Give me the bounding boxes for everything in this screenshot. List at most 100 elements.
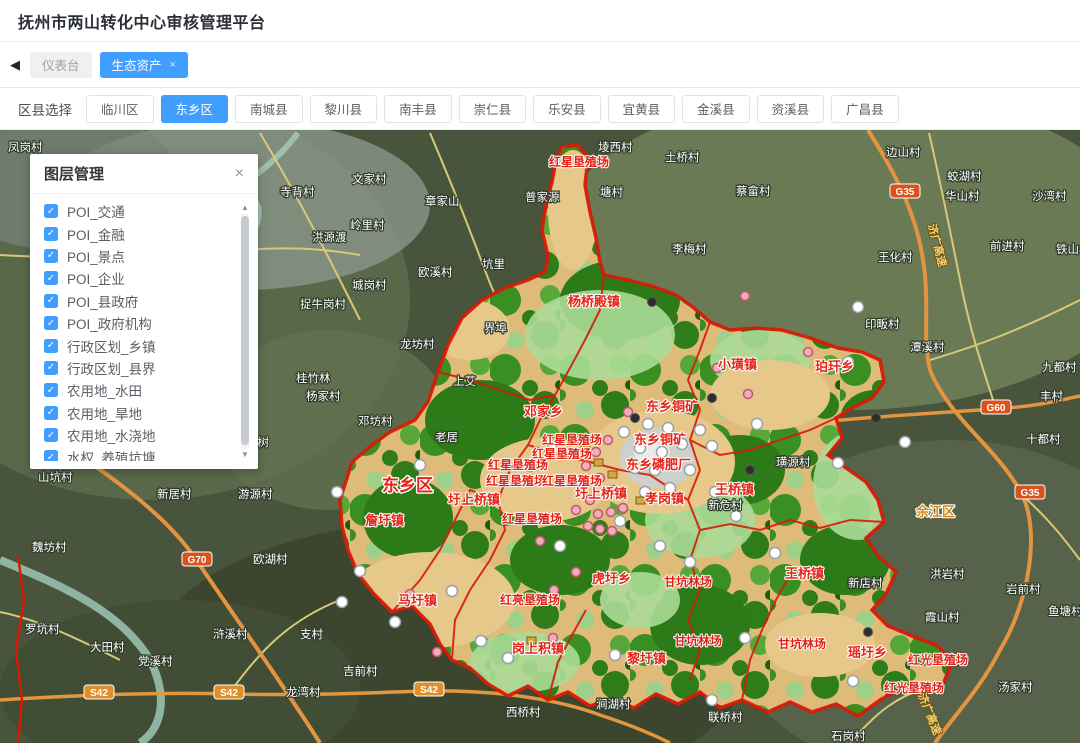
district-button[interactable]: 广昌县 bbox=[831, 95, 899, 123]
poi-marker-white[interactable] bbox=[655, 541, 666, 552]
poi-marker-white[interactable] bbox=[752, 419, 763, 430]
poi-marker-white[interactable] bbox=[740, 633, 751, 644]
poi-marker-white[interactable] bbox=[731, 511, 742, 522]
poi-marker-dark[interactable] bbox=[746, 466, 755, 475]
poi-marker-white[interactable] bbox=[707, 695, 718, 706]
panel-close-icon[interactable]: × bbox=[235, 166, 244, 182]
poi-marker-white[interactable] bbox=[900, 437, 911, 448]
scroll-thumb[interactable] bbox=[241, 216, 249, 445]
poi-marker-pink[interactable] bbox=[744, 390, 753, 399]
layer-item[interactable]: ✓ POI_政府机构 bbox=[44, 312, 232, 334]
poi-marker-coin[interactable] bbox=[608, 471, 617, 478]
district-button[interactable]: 南丰县 bbox=[384, 95, 452, 123]
poi-marker-white[interactable] bbox=[770, 548, 781, 559]
checkbox-checked-icon[interactable]: ✓ bbox=[44, 294, 58, 308]
poi-marker-pink[interactable] bbox=[536, 537, 545, 546]
district-button[interactable]: 东乡区 bbox=[161, 95, 229, 123]
poi-marker-white[interactable] bbox=[853, 302, 864, 313]
scroll-down-icon[interactable]: ▼ bbox=[239, 449, 251, 461]
layer-item[interactable]: ✓POI_金融 bbox=[44, 222, 232, 244]
poi-marker-dark[interactable] bbox=[872, 414, 881, 423]
poi-marker-coin[interactable] bbox=[636, 497, 645, 504]
map-label: 东乡区 bbox=[382, 475, 433, 495]
district-button[interactable]: 崇仁县 bbox=[459, 95, 527, 123]
poi-marker-white[interactable] bbox=[695, 425, 706, 436]
layer-item[interactable]: ✓POI_企业 bbox=[44, 267, 232, 289]
poi-marker-dark[interactable] bbox=[648, 298, 657, 307]
tab-dashboard[interactable]: 仪表台 bbox=[30, 52, 92, 78]
poi-marker-white[interactable] bbox=[555, 541, 566, 552]
layer-item[interactable]: ✓POI_景点 bbox=[44, 245, 232, 267]
poi-marker-dark[interactable] bbox=[631, 414, 640, 423]
checkbox-checked-icon[interactable]: ✓ bbox=[44, 428, 58, 442]
layer-item[interactable]: ✓农用地_旱地 bbox=[44, 402, 232, 424]
poi-marker-pink[interactable] bbox=[433, 648, 442, 657]
poi-marker-dark[interactable] bbox=[708, 394, 717, 403]
district-button[interactable]: 资溪县 bbox=[757, 95, 825, 123]
checkbox-checked-icon[interactable]: ✓ bbox=[44, 227, 58, 241]
layer-item[interactable]: ✓农用地_水浇地 bbox=[44, 424, 232, 446]
checkbox-checked-icon[interactable]: ✓ bbox=[44, 204, 58, 218]
poi-marker-white[interactable] bbox=[390, 617, 401, 628]
poi-marker-white[interactable] bbox=[476, 636, 487, 647]
poi-marker-white[interactable] bbox=[447, 586, 458, 597]
district-button[interactable]: 乐安县 bbox=[533, 95, 601, 123]
layer-item[interactable]: ✓行政区划_乡镇 bbox=[44, 334, 232, 356]
back-icon[interactable]: ◀ bbox=[8, 57, 22, 73]
poi-marker-pink[interactable] bbox=[596, 525, 605, 534]
poi-marker-pink[interactable] bbox=[584, 522, 593, 531]
layer-item[interactable]: ✓POI_县政府 bbox=[44, 290, 232, 312]
checkbox-checked-icon[interactable]: ✓ bbox=[44, 271, 58, 285]
poi-marker-pink[interactable] bbox=[741, 292, 750, 301]
poi-marker-dark[interactable] bbox=[864, 628, 873, 637]
poi-marker-pink[interactable] bbox=[804, 348, 813, 357]
checkbox-checked-icon[interactable]: ✓ bbox=[44, 249, 58, 263]
poi-marker-white[interactable] bbox=[337, 597, 348, 608]
layer-item[interactable]: ✓农用地_水田 bbox=[44, 379, 232, 401]
poi-marker-pink[interactable] bbox=[608, 527, 617, 536]
map-viewport[interactable]: G35G35G60G70S42S42S42凤岗村寺背村文家村章家山普家源堎西村土… bbox=[0, 130, 1080, 743]
poi-marker-pink[interactable] bbox=[582, 462, 591, 471]
poi-marker-pink[interactable] bbox=[572, 506, 581, 515]
district-button[interactable]: 黎川县 bbox=[310, 95, 378, 123]
poi-marker-white[interactable] bbox=[657, 447, 668, 458]
layer-item[interactable]: ✓POI_交通 bbox=[44, 200, 232, 222]
poi-marker-white[interactable] bbox=[619, 427, 630, 438]
poi-marker-white[interactable] bbox=[355, 566, 366, 577]
layer-label: POI_政府机构 bbox=[67, 313, 152, 333]
poi-marker-pink[interactable] bbox=[619, 504, 628, 513]
tab-eco-assets[interactable]: 生态资产 × bbox=[100, 52, 188, 78]
poi-marker-white[interactable] bbox=[415, 460, 426, 471]
district-button[interactable]: 临川区 bbox=[86, 95, 154, 123]
checkbox-checked-icon[interactable]: ✓ bbox=[44, 450, 58, 461]
poi-marker-white[interactable] bbox=[707, 441, 718, 452]
checkbox-checked-icon[interactable]: ✓ bbox=[44, 316, 58, 330]
road-shield-label: G35 bbox=[1021, 488, 1040, 499]
checkbox-checked-icon[interactable]: ✓ bbox=[44, 361, 58, 375]
poi-marker-white[interactable] bbox=[685, 557, 696, 568]
layer-list-scrollbar[interactable]: ▲ ▼ bbox=[239, 202, 251, 461]
poi-marker-white[interactable] bbox=[643, 419, 654, 430]
poi-marker-white[interactable] bbox=[833, 458, 844, 469]
scroll-up-icon[interactable]: ▲ bbox=[239, 202, 251, 214]
poi-marker-white[interactable] bbox=[848, 676, 859, 687]
poi-marker-pink[interactable] bbox=[594, 510, 603, 519]
poi-marker-white[interactable] bbox=[332, 487, 343, 498]
poi-marker-pink[interactable] bbox=[592, 448, 601, 457]
poi-marker-pink[interactable] bbox=[572, 568, 581, 577]
poi-marker-pink[interactable] bbox=[604, 436, 613, 445]
checkbox-checked-icon[interactable]: ✓ bbox=[44, 383, 58, 397]
poi-marker-coin[interactable] bbox=[594, 459, 603, 466]
checkbox-checked-icon[interactable]: ✓ bbox=[44, 339, 58, 353]
layer-item[interactable]: ✓行政区划_县界 bbox=[44, 357, 232, 379]
poi-marker-white[interactable] bbox=[610, 650, 621, 661]
district-button[interactable]: 宜黄县 bbox=[608, 95, 676, 123]
poi-marker-white[interactable] bbox=[615, 516, 626, 527]
checkbox-checked-icon[interactable]: ✓ bbox=[44, 406, 58, 420]
poi-marker-pink[interactable] bbox=[607, 508, 616, 517]
layer-item[interactable]: ✓水权_养殖坑塘 bbox=[44, 446, 232, 461]
district-button[interactable]: 金溪县 bbox=[682, 95, 750, 123]
district-button[interactable]: 南城县 bbox=[235, 95, 303, 123]
tab-close-icon[interactable]: × bbox=[170, 59, 176, 71]
map-label: 支村 bbox=[300, 627, 323, 641]
